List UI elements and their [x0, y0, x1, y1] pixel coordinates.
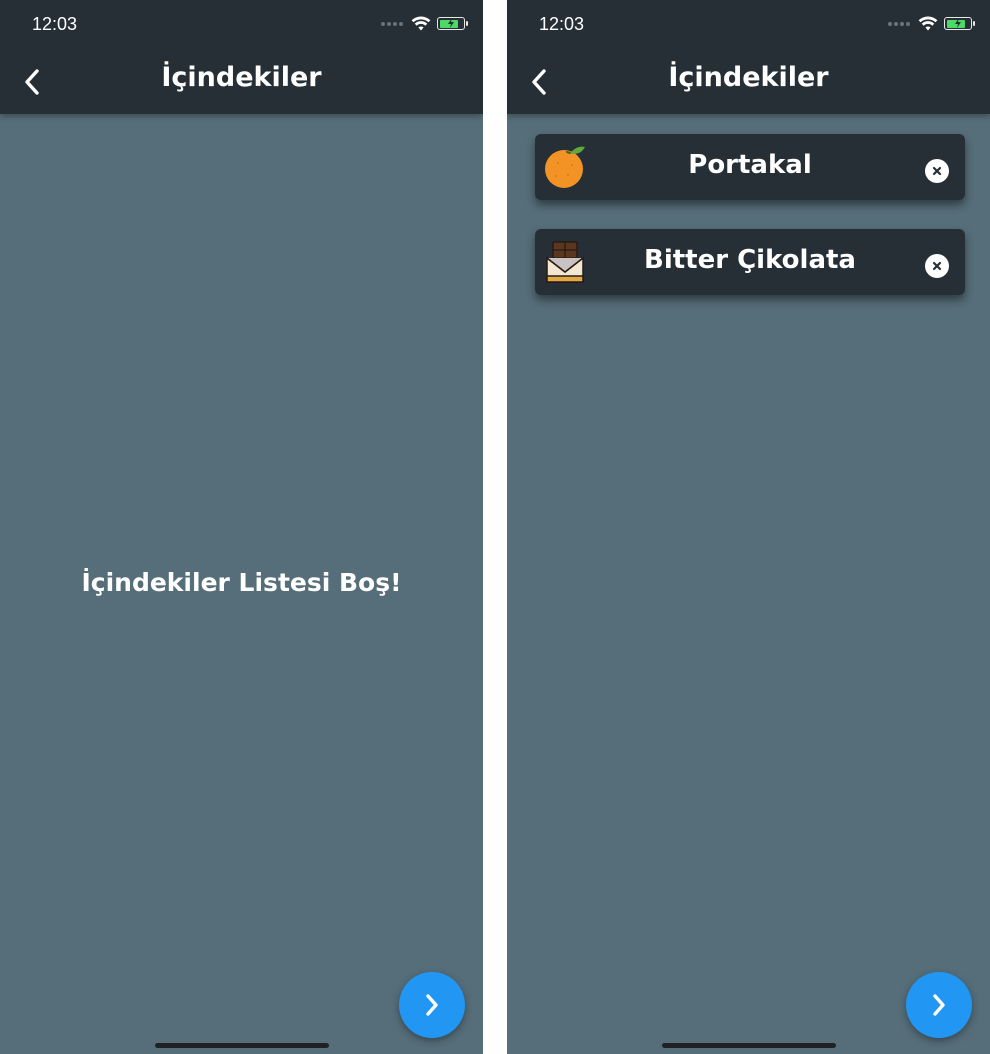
remove-ingredient-button[interactable]: [925, 254, 949, 278]
signal-icon: [888, 21, 910, 26]
home-indicator: [154, 1043, 329, 1048]
ingredient-name: Portakal: [688, 150, 812, 180]
ingredient-item-portakal[interactable]: Portakal: [535, 134, 965, 200]
app-bar: 12:03 İçindekiler: [0, 0, 483, 114]
ingredient-name: Bitter Çikolata: [644, 245, 856, 275]
status-time: 12:03: [539, 14, 585, 34]
next-button[interactable]: [906, 972, 972, 1038]
status-icons: [381, 16, 468, 31]
remove-ingredient-button[interactable]: [925, 159, 949, 183]
page-title: İçindekiler: [668, 62, 829, 93]
wifi-icon: [411, 16, 431, 31]
status-time: 12:03: [32, 14, 78, 34]
home-indicator: [661, 1043, 836, 1048]
ingredient-item-bitter-cikolata[interactable]: Bitter Çikolata: [535, 229, 965, 295]
status-icons: [888, 16, 975, 31]
screen-ingredient-list: 12:03 İçindekiler Portakal Bitter Çikola…: [507, 0, 990, 1054]
close-icon: [932, 261, 942, 271]
screen-empty-list: 12:03 İçindekiler İçindekiler Listesi Bo…: [0, 0, 483, 1054]
signal-icon: [381, 21, 403, 26]
app-bar: 12:03 İçindekiler: [507, 0, 990, 114]
close-icon: [932, 166, 942, 176]
wifi-icon: [918, 16, 938, 31]
page-title: İçindekiler: [161, 62, 322, 93]
battery-icon: [437, 17, 468, 30]
empty-list-message: İçindekiler Listesi Boş!: [81, 568, 402, 597]
next-button[interactable]: [399, 972, 465, 1038]
chevron-right-icon: [426, 994, 438, 1016]
chevron-right-icon: [933, 994, 945, 1016]
battery-icon: [944, 17, 975, 30]
